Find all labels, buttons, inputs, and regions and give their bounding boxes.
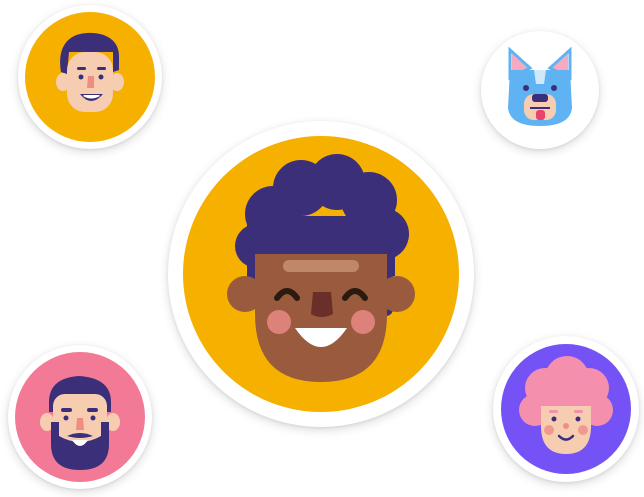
curly-hair-avatar-icon bbox=[183, 136, 459, 412]
bearded-man-avatar-icon bbox=[15, 352, 145, 482]
girl-avatar-icon bbox=[501, 344, 631, 474]
avatar-cluster bbox=[0, 0, 644, 497]
man-avatar-icon bbox=[25, 12, 155, 142]
avatar-bearded-man[interactable] bbox=[8, 345, 152, 489]
avatar-pink-hair-girl[interactable] bbox=[493, 336, 639, 482]
avatar-man-brown-hair[interactable] bbox=[18, 5, 162, 149]
dog-avatar-icon bbox=[488, 38, 592, 142]
avatar-bulldog[interactable] bbox=[481, 31, 599, 149]
avatar-curly-hair-boy[interactable] bbox=[168, 121, 474, 427]
